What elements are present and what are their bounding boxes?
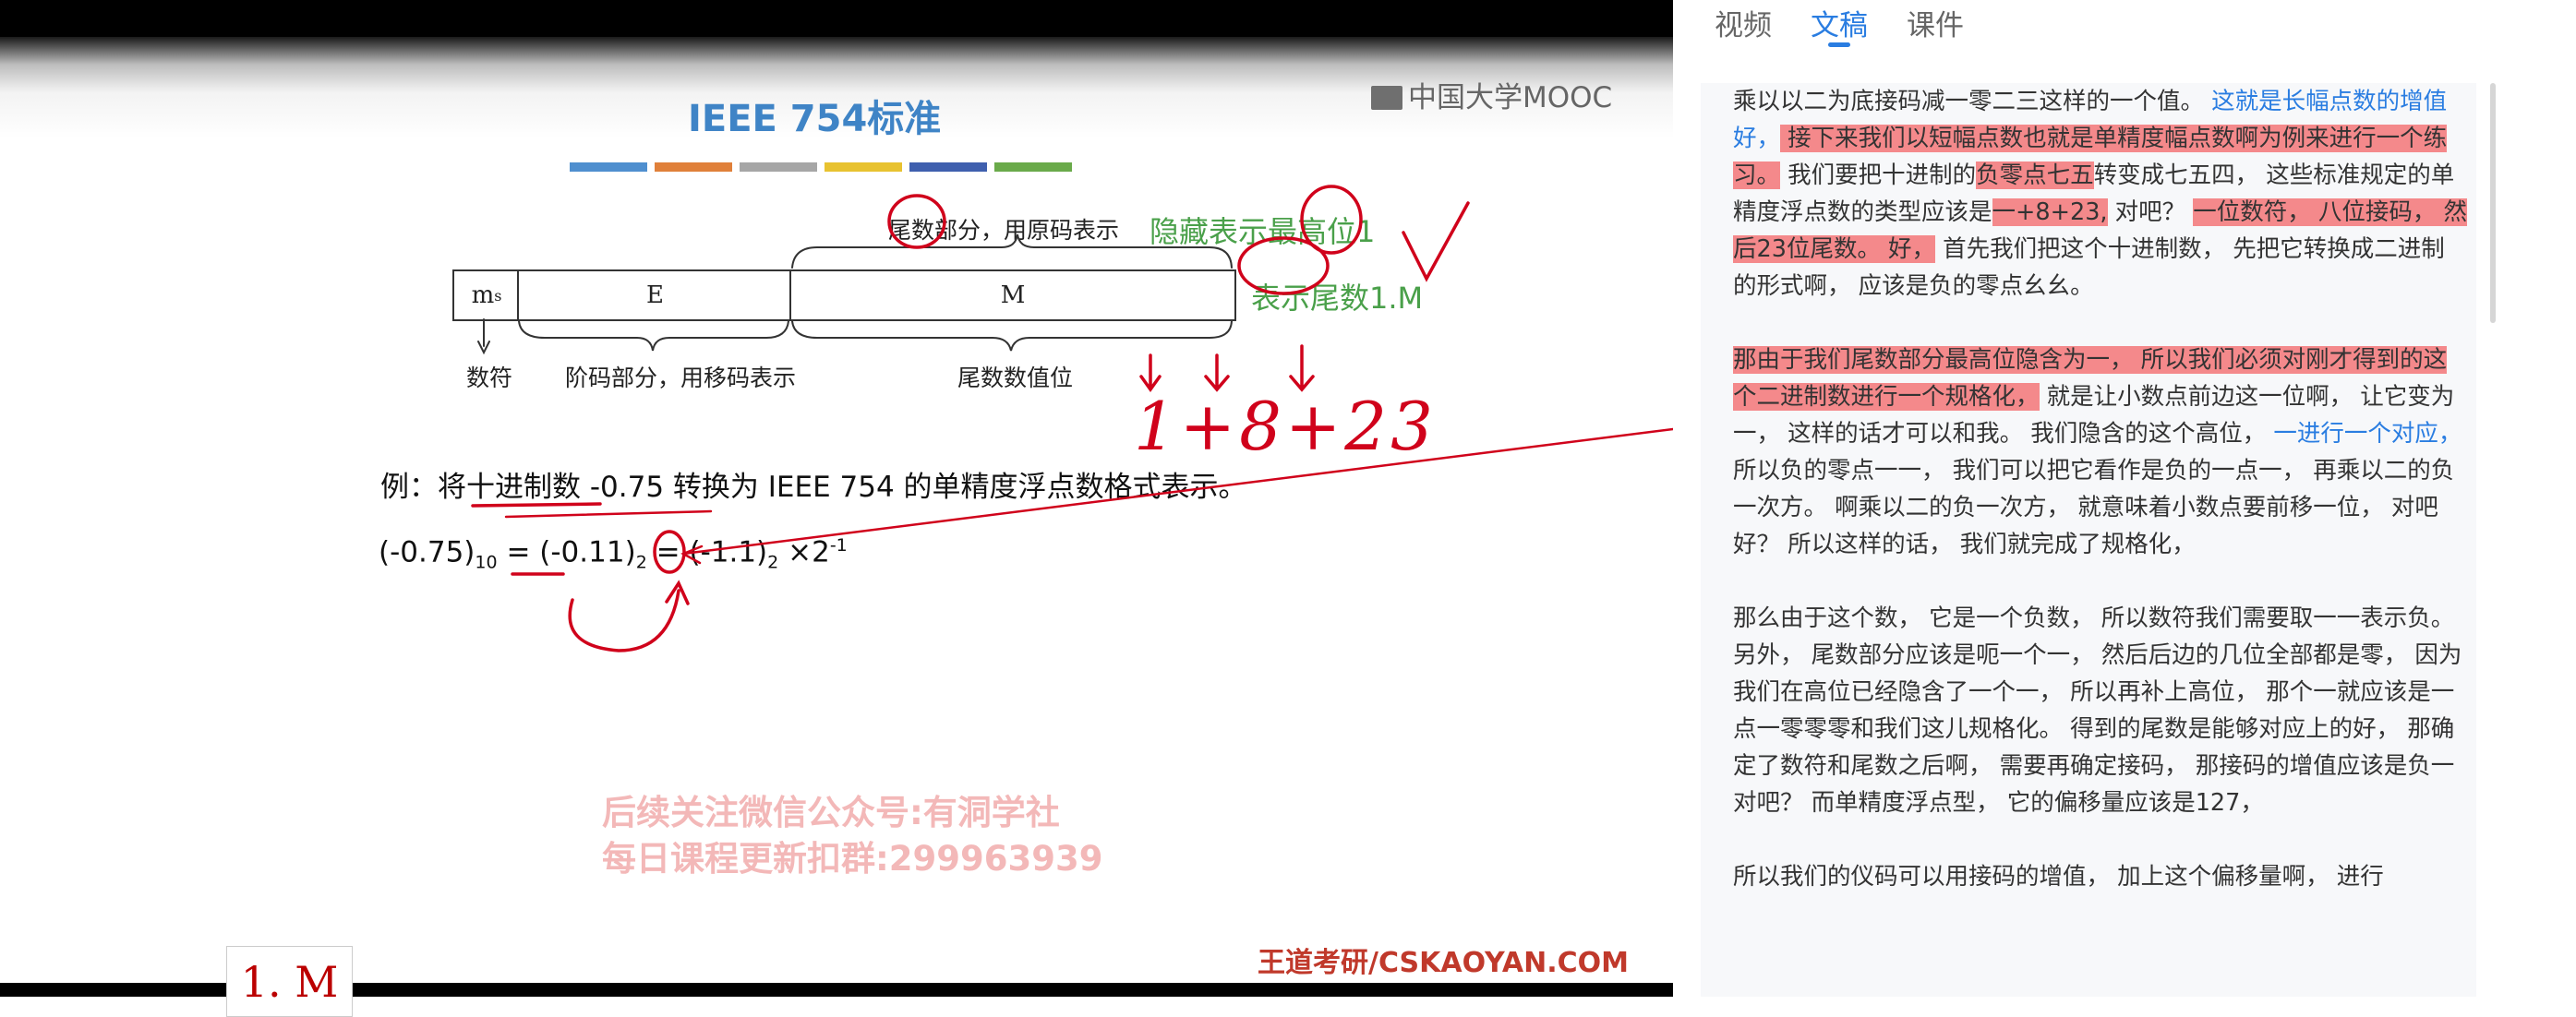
- transcript-segment: 所以我们的仪码可以用接码的增值， 加上这个偏移量啊， 进行: [1733, 863, 2384, 891]
- tab-transcript-label: 文稿: [1811, 9, 1868, 42]
- tab-courseware[interactable]: 课件: [1907, 0, 1964, 43]
- transcript-segment: 负零点七五: [1976, 162, 2094, 189]
- panel-tabs: 视频 文稿 课件: [1715, 0, 1964, 47]
- transcript-paragraph-1[interactable]: 乘以以二为底接码减一零二三这样的一个值。 这就是长幅点数的增值好， 接下来我们以…: [1733, 83, 2467, 305]
- video-player[interactable]: IEEE 754标准 中国大学MOOC 尾数部分，用原码表示 隐藏表示最高位1 …: [0, 0, 1673, 1017]
- transcript-content: 乘以以二为底接码减一零二三这样的一个值。 这就是长幅点数的增值好， 接下来我们以…: [1733, 83, 2467, 932]
- handwritten-thumbnail: 1. M: [226, 946, 353, 1017]
- transcript-segment: 所以负的零点一一， 我们可以把它看作是负的一点一， 再乘以二的负一次方。 啊乘以…: [1733, 457, 2455, 558]
- transcript-segment: 乘以以二为底接码减一零二三这样的一个值。: [1733, 88, 2212, 115]
- transcript-paragraph-3[interactable]: 那么由于这个数， 它是一个负数， 所以数符我们需要取一一表示负。 另外， 尾数部…: [1733, 600, 2467, 821]
- slide: IEEE 754标准 中国大学MOOC 尾数部分，用原码表示 隐藏表示最高位1 …: [0, 37, 1673, 1017]
- transcript-segment: 对吧？: [2107, 198, 2194, 226]
- transcript-segment: 我们要把十进制的: [1780, 162, 1977, 189]
- tab-video[interactable]: 视频: [1715, 0, 1772, 43]
- transcript-paragraph-4[interactable]: 所以我们的仪码可以用接码的增值， 加上这个偏移量啊， 进行: [1733, 858, 2467, 895]
- transcript-paragraph-2[interactable]: 那由于我们尾数部分最高位隐含为一， 所以我们必须对刚才得到的这个二进制数进行一个…: [1733, 341, 2467, 563]
- side-panel: 视频 文稿 课件 乘以以二为底接码减一零二三这样的一个值。 这就是长幅点数的增值…: [1673, 0, 2576, 997]
- transcript-segment: 一+8+23,: [1992, 198, 2108, 226]
- tab-transcript[interactable]: 文稿: [1811, 0, 1868, 47]
- transcript-segment: 一进行一个对应，: [2273, 420, 2462, 448]
- tab-active-indicator: [1828, 42, 1850, 47]
- annotation-overlay: [471, 185, 1673, 652]
- transcript-area[interactable]: 乘以以二为底接码减一零二三这样的一个值。 这就是长幅点数的增值好， 接下来我们以…: [1701, 83, 2476, 997]
- transcript-scrollbar[interactable]: [2490, 83, 2496, 323]
- transcript-segment: 那么由于这个数， 它是一个负数， 所以数符我们需要取一一表示负。 另外， 尾数部…: [1733, 604, 2462, 817]
